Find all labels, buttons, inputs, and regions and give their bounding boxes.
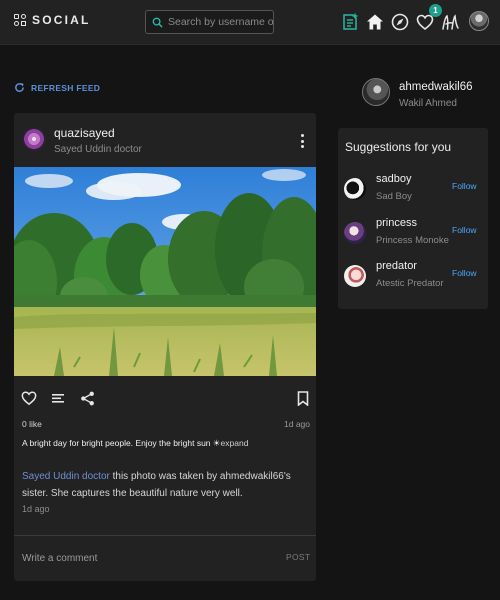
brand[interactable]: SOCIAL xyxy=(14,13,91,27)
post-caption: A bright day for bright people. Enjoy th… xyxy=(22,438,312,449)
refresh-icon xyxy=(15,82,24,92)
suggestion-name: Princess Monoke xyxy=(376,235,449,246)
explore-compass-icon[interactable] xyxy=(389,11,411,33)
suggestion-username[interactable]: predator xyxy=(376,260,417,272)
suggestion-name: Sad Boy xyxy=(376,191,412,202)
comment-timestamp: 1d ago xyxy=(22,504,50,514)
suggestion-item: princess Princess Monoke Follow xyxy=(338,217,488,253)
refresh-feed-button[interactable]: REFRESH FEED xyxy=(14,82,100,93)
post-comment-button[interactable]: POST xyxy=(286,552,310,562)
brand-name: SOCIAL xyxy=(32,13,91,27)
suggestions-panel: Suggestions for you sadboy Sad Boy Follo… xyxy=(338,128,488,309)
share-icon[interactable] xyxy=(76,387,98,409)
refresh-feed-label: REFRESH FEED xyxy=(31,82,101,93)
comment-input[interactable] xyxy=(22,550,262,566)
suggestion-username[interactable]: princess xyxy=(376,217,417,229)
signature-icon[interactable] xyxy=(440,11,462,33)
caption-expand-link[interactable]: expand xyxy=(221,438,249,448)
new-post-icon[interactable] xyxy=(339,11,361,33)
nav-profile-avatar[interactable] xyxy=(469,11,489,31)
search-input[interactable] xyxy=(168,16,273,28)
add-comment-bar: POST xyxy=(14,535,316,581)
post-timestamp: 1d ago xyxy=(284,419,310,429)
like-heart-icon[interactable] xyxy=(18,387,40,409)
post-author-username[interactable]: quazisayed xyxy=(54,126,115,140)
current-user-username[interactable]: ahmedwakil66 xyxy=(399,81,473,93)
suggestion-item: sadboy Sad Boy Follow xyxy=(338,173,488,209)
post-actions xyxy=(14,387,316,411)
post-author-avatar[interactable] xyxy=(22,127,46,151)
top-navbar: SOCIAL 1 xyxy=(0,0,500,45)
suggestion-avatar[interactable] xyxy=(344,178,366,200)
post-caption-text: A bright day for bright people. Enjoy th… xyxy=(22,438,221,448)
like-count[interactable]: 0 like xyxy=(22,419,42,429)
post-card: quazisayed Sayed Uddin doctor 0 like 1d … xyxy=(14,113,316,581)
suggestion-name: Atestic Predator xyxy=(376,278,444,289)
search-box xyxy=(145,10,274,34)
suggestions-title: Suggestions for you xyxy=(345,140,452,154)
follow-button[interactable]: Follow xyxy=(452,225,477,235)
post-header: quazisayed Sayed Uddin doctor xyxy=(14,113,316,167)
current-user-name: Wakil Ahmed xyxy=(399,98,457,109)
suggestion-item: predator Atestic Predator Follow xyxy=(338,260,488,296)
follow-button[interactable]: Follow xyxy=(452,181,477,191)
comments-list-icon[interactable] xyxy=(47,387,69,409)
home-icon[interactable] xyxy=(364,11,386,33)
bookmark-icon[interactable] xyxy=(292,387,314,409)
brand-logo-icon xyxy=(14,14,26,26)
post-image[interactable] xyxy=(14,167,316,376)
search-icon xyxy=(152,17,163,28)
suggestion-username[interactable]: sadboy xyxy=(376,173,411,185)
suggestion-avatar[interactable] xyxy=(344,222,366,244)
comment-author[interactable]: Sayed Uddin doctor xyxy=(22,471,110,482)
comment-item: Sayed Uddin doctor this photo was taken … xyxy=(22,468,310,502)
post-author-subtitle: Sayed Uddin doctor xyxy=(54,144,142,155)
follow-button[interactable]: Follow xyxy=(452,268,477,278)
more-options-icon[interactable] xyxy=(298,133,306,149)
current-user-avatar[interactable] xyxy=(362,78,390,106)
suggestion-avatar[interactable] xyxy=(344,265,366,287)
